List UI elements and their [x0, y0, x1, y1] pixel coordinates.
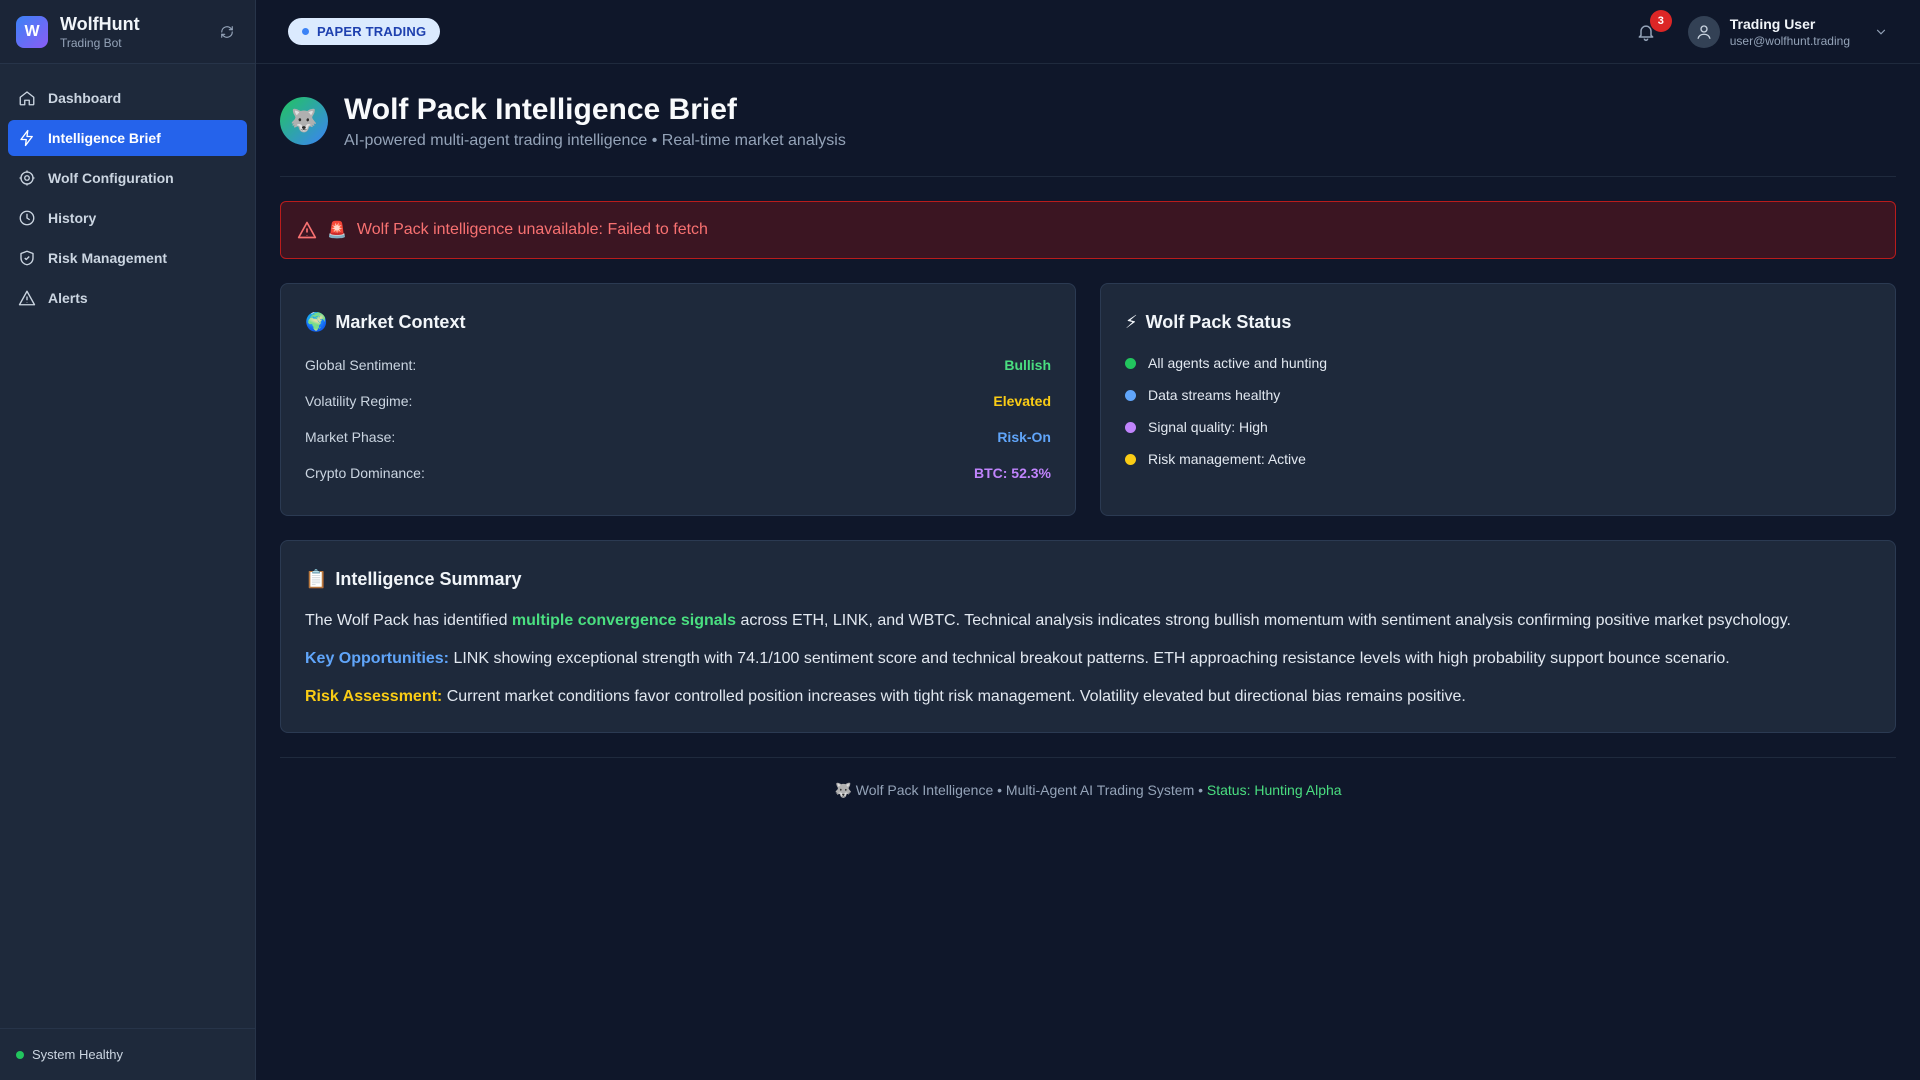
siren-icon: 🚨	[327, 222, 347, 239]
summary-text: across ETH, LINK, and WBTC. Technical an…	[736, 612, 1791, 629]
refresh-button[interactable]	[215, 20, 239, 44]
context-row: Market Phase: Risk-On	[305, 419, 1051, 455]
context-label: Global Sentiment:	[305, 357, 417, 373]
user-email: user@wolfhunt.trading	[1729, 33, 1850, 48]
intelligence-summary-title: Intelligence Summary	[335, 569, 522, 589]
status-row: All agents active and hunting	[1125, 347, 1871, 379]
wolf-avatar: 🐺	[280, 97, 328, 145]
warning-icon	[18, 290, 36, 306]
clipboard-icon: 📋	[305, 569, 328, 589]
brand-header: W WolfHunt Trading Bot	[0, 0, 255, 64]
status-dot	[1125, 389, 1136, 401]
notifications-button[interactable]: 3	[1632, 9, 1672, 46]
context-row: Crypto Dominance: BTC: 52.3%	[305, 455, 1051, 491]
sidebar-item-wolf-configuration[interactable]: Wolf Configuration	[8, 160, 247, 196]
status-dot	[1125, 453, 1136, 465]
top-bar: PAPER TRADING 3 Trading User user@wolfhu…	[256, 0, 1920, 64]
system-status-text: System Healthy	[32, 1047, 124, 1062]
paper-trading-badge: PAPER TRADING	[288, 18, 441, 45]
status-text: Signal quality: High	[1148, 419, 1268, 435]
global-sentiment-value: Bullish	[1004, 357, 1051, 373]
sidebar-item-label: Alerts	[48, 290, 88, 306]
status-text: Data streams healthy	[1148, 387, 1281, 403]
sidebar-item-label: History	[48, 210, 97, 226]
wolf-icon: 🐺	[834, 782, 852, 798]
risk-assessment-paragraph: Risk Assessment: Current market conditio…	[305, 686, 1871, 708]
notification-count-badge: 3	[1649, 9, 1672, 32]
status-row: Data streams healthy	[1125, 379, 1871, 411]
key-opportunities-text: LINK showing exceptional strength with 7…	[449, 650, 1730, 667]
summary-paragraph: The Wolf Pack has identified multiple co…	[305, 610, 1871, 632]
globe-icon: 🌍	[305, 312, 328, 332]
bolt-icon	[20, 129, 33, 147]
key-opportunities-label: Key Opportunities:	[305, 650, 450, 667]
refresh-icon	[221, 25, 233, 38]
context-label: Volatility Regime:	[305, 393, 413, 409]
context-row: Global Sentiment: Bullish	[305, 347, 1051, 383]
avatar	[1687, 15, 1720, 48]
badge-dot	[302, 28, 309, 35]
user-name: Trading User	[1729, 15, 1816, 32]
main-area: PAPER TRADING 3 Trading User user@wolfhu…	[256, 0, 1920, 1080]
context-label: Crypto Dominance:	[305, 465, 425, 481]
sidebar-item-label: Wolf Configuration	[48, 170, 174, 186]
risk-assessment-text: Current market conditions favor controll…	[442, 688, 1466, 705]
warning-icon	[297, 221, 317, 239]
user-icon	[1697, 24, 1711, 39]
page-header: 🐺 Wolf Pack Intelligence Brief AI-powere…	[280, 92, 1896, 177]
sidebar-item-risk-management[interactable]: Risk Management	[8, 240, 247, 276]
wolf-pack-status-card: ⚡ Wolf Pack Status All agents active and…	[1100, 283, 1896, 516]
sidebar-item-dashboard[interactable]: Dashboard	[8, 80, 247, 116]
page-subtitle: AI-powered multi-agent trading intellige…	[344, 132, 846, 149]
context-label: Market Phase:	[305, 429, 396, 445]
sidebar-nav: Dashboard Intelligence Brief Wolf Config…	[0, 64, 255, 1028]
sidebar-item-label: Dashboard	[48, 90, 122, 106]
crypto-dominance-value: BTC: 52.3%	[973, 465, 1051, 481]
info-cards: 🌍 Market Context Global Sentiment: Bulli…	[280, 283, 1896, 516]
key-opportunities-paragraph: Key Opportunities: LINK showing exceptio…	[305, 648, 1871, 670]
volatility-regime-value: Elevated	[993, 393, 1051, 409]
status-row: Risk management: Active	[1125, 443, 1871, 475]
error-message: Wolf Pack intelligence unavailable: Fail…	[356, 221, 708, 238]
sidebar-item-label: Intelligence Brief	[48, 130, 161, 146]
clock-icon	[19, 210, 35, 226]
context-row: Volatility Regime: Elevated	[305, 383, 1051, 419]
sidebar-item-intelligence-brief[interactable]: Intelligence Brief	[8, 120, 247, 156]
chevron-down-icon	[1876, 29, 1886, 35]
footer-text: Wolf Pack Intelligence • Multi-Agent AI …	[851, 782, 1207, 798]
user-menu[interactable]: Trading User user@wolfhunt.trading	[1687, 15, 1888, 49]
market-context-card: 🌍 Market Context Global Sentiment: Bulli…	[280, 283, 1076, 516]
status-dot	[16, 1050, 24, 1059]
summary-text: The Wolf Pack has identified	[305, 612, 512, 629]
sidebar-item-label: Risk Management	[48, 250, 168, 266]
sidebar-item-alerts[interactable]: Alerts	[8, 280, 247, 316]
page-content: 🐺 Wolf Pack Intelligence Brief AI-powere…	[256, 64, 1920, 799]
footer-status: Status: Hunting Alpha	[1206, 782, 1342, 798]
gear-icon	[19, 170, 35, 186]
page-title: Wolf Pack Intelligence Brief	[344, 93, 737, 126]
risk-assessment-label: Risk Assessment:	[305, 688, 443, 705]
sidebar-item-history[interactable]: History	[8, 200, 247, 236]
intelligence-summary-card: 📋 Intelligence Summary The Wolf Pack has…	[280, 540, 1896, 733]
page-footer: 🐺 Wolf Pack Intelligence • Multi-Agent A…	[280, 757, 1896, 799]
home-icon	[19, 91, 35, 106]
lightning-icon: ⚡	[1125, 312, 1138, 332]
error-alert: 🚨 Wolf Pack intelligence unavailable: Fa…	[280, 201, 1896, 259]
status-text: Risk management: Active	[1148, 451, 1306, 467]
system-status: System Healthy	[0, 1028, 255, 1080]
brand-name: WolfHunt	[60, 13, 140, 34]
sidebar: W WolfHunt Trading Bot Dashboard Intelli…	[0, 0, 256, 1080]
market-context-title: Market Context	[335, 312, 466, 332]
brand-logo: W	[16, 15, 48, 48]
status-row: Signal quality: High	[1125, 411, 1871, 443]
paper-trading-label: PAPER TRADING	[317, 24, 427, 39]
wolf-pack-status-title: Wolf Pack Status	[1145, 312, 1292, 332]
status-dot	[1125, 357, 1136, 369]
shield-icon	[20, 250, 34, 266]
summary-highlight: multiple convergence signals	[511, 612, 736, 629]
market-phase-value: Risk-On	[997, 429, 1051, 445]
status-dot	[1125, 421, 1136, 433]
brand-subtitle: Trading Bot	[60, 35, 122, 50]
status-text: All agents active and hunting	[1148, 355, 1328, 371]
